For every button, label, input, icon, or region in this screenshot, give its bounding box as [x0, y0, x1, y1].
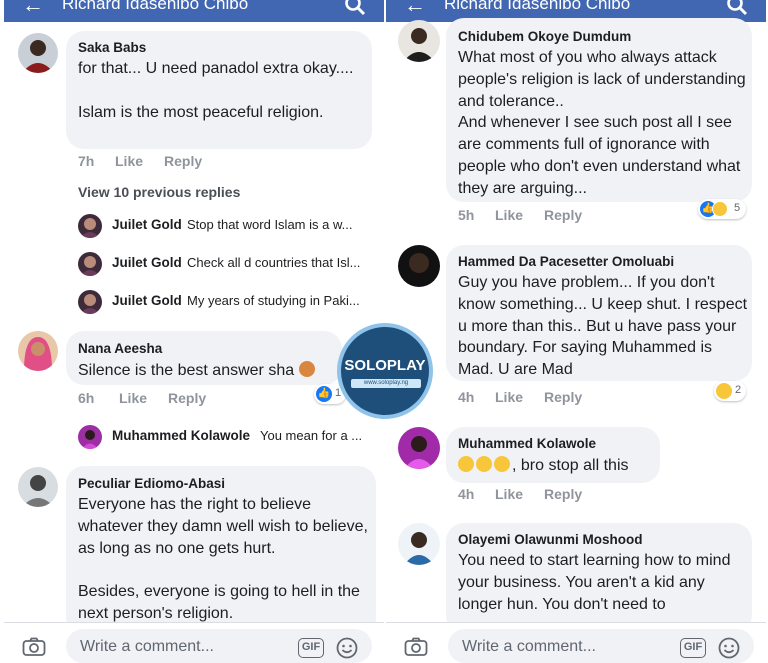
comment-time: 4h: [458, 389, 475, 405]
reply-author[interactable]: Juilet Gold: [112, 217, 182, 232]
comment-text: for that... U need panadol extra okay...…: [78, 60, 354, 121]
reply-link[interactable]: Reply: [168, 390, 206, 406]
comment-text: Silence is the best answer sha: [78, 360, 317, 382]
gif-button[interactable]: GIF: [298, 638, 324, 658]
comment-text-body: , bro stop all this: [512, 457, 629, 474]
avatar[interactable]: [18, 467, 58, 507]
reply-preview[interactable]: Juilet Gold Check all d countries that I…: [78, 250, 378, 280]
back-arrow-icon[interactable]: ←: [22, 0, 44, 16]
avatar[interactable]: [18, 331, 58, 371]
comment-input[interactable]: Write a comment... GIF: [66, 629, 372, 663]
search-icon[interactable]: [726, 0, 748, 16]
comment-time: 4h: [458, 486, 475, 502]
top-bar: ← Richard Idasenibo Chibo: [4, 0, 384, 22]
gif-button[interactable]: GIF: [680, 638, 706, 658]
reply-link[interactable]: Reply: [544, 486, 582, 502]
comment-text: What most of you who always attack peopl…: [458, 49, 746, 197]
emoji-icon[interactable]: [718, 637, 740, 659]
comment-input[interactable]: Write a comment... GIF: [448, 629, 754, 663]
comment-author[interactable]: Nana Aeesha: [78, 341, 162, 356]
watermark-url: www.soloplay.ng: [351, 379, 421, 388]
comment-input-placeholder: Write a comment...: [80, 638, 214, 655]
reply-link[interactable]: Reply: [544, 207, 582, 223]
comment-composer: Write a comment... GIF: [4, 622, 384, 663]
reply-link[interactable]: Reply: [164, 153, 202, 169]
avatar[interactable]: [398, 523, 440, 565]
like-link[interactable]: Like: [115, 153, 143, 169]
like-reaction-icon: 👍: [316, 386, 332, 402]
reply-snippet: Stop that word Islam is a w...: [187, 217, 353, 232]
right-comment-panel: ← Richard Idasenibo Chibo Chidubem Okoye…: [386, 0, 766, 663]
comment-text: Guy you have problem... If you don't kno…: [458, 274, 748, 379]
comment-author[interactable]: Muhammed Kolawole: [458, 436, 596, 451]
avatar[interactable]: [18, 33, 58, 73]
like-link[interactable]: Like: [495, 207, 523, 223]
comment-text: , bro stop all this: [458, 455, 629, 477]
like-link[interactable]: Like: [119, 390, 147, 406]
emoji-icon[interactable]: [336, 637, 358, 659]
search-icon[interactable]: [344, 0, 366, 16]
reply-link[interactable]: Reply: [544, 389, 582, 405]
comment-time: 6h: [78, 390, 95, 406]
reply-author[interactable]: Juilet Gold: [112, 293, 182, 308]
reply-preview[interactable]: Muhammed Kolawole You mean for a ...: [78, 423, 378, 453]
comment-composer: Write a comment... GIF: [386, 622, 766, 663]
camera-icon[interactable]: [22, 637, 46, 657]
reaction-summary[interactable]: 👍 5: [698, 199, 746, 219]
reply-preview[interactable]: Juilet Gold My years of studying in Paki…: [78, 288, 378, 318]
avatar[interactable]: [78, 425, 102, 449]
haha-reaction-icon: [712, 201, 728, 217]
comment-input-placeholder: Write a comment...: [462, 638, 596, 655]
comment-author[interactable]: Peculiar Ediomo-Abasi: [78, 476, 225, 491]
comment-author[interactable]: Chidubem Okoye Dumdum: [458, 29, 631, 44]
reply-author[interactable]: Muhammed Kolawole: [112, 428, 250, 443]
like-link[interactable]: Like: [495, 389, 523, 405]
reaction-summary[interactable]: 2: [714, 381, 746, 401]
page-title: Richard Idasenibo Chibo: [444, 0, 631, 13]
reply-snippet: Check all d countries that Isl...: [187, 255, 361, 270]
reaction-count: 2: [735, 384, 742, 396]
thinking-face-emoji-icon: [494, 456, 510, 472]
back-arrow-icon[interactable]: ←: [404, 0, 426, 16]
reply-snippet: My years of studying in Paki...: [187, 293, 360, 308]
watermark-brand: SOLOPLAY: [344, 357, 426, 374]
comment-author[interactable]: Saka Babs: [78, 40, 146, 55]
page-title: Richard Idasenibo Chibo: [62, 0, 249, 13]
soloplay-watermark-logo: SOLOPLAY www.soloplay.ng: [337, 323, 433, 419]
view-previous-replies-link[interactable]: View 10 previous replies: [78, 184, 240, 200]
left-comment-panel: ← Richard Idasenibo Chibo Saka Babs for …: [4, 0, 384, 663]
comment-text-body: Silence is the best answer sha: [78, 362, 295, 379]
reply-preview[interactable]: Juilet Gold Stop that word Islam is a w.…: [78, 212, 378, 242]
avatar[interactable]: [398, 427, 440, 469]
avatar[interactable]: [398, 245, 440, 287]
camera-icon[interactable]: [404, 637, 428, 657]
avatar[interactable]: [78, 214, 102, 238]
comment-text: You need to start learning how to mind y…: [458, 552, 731, 613]
avatar[interactable]: [78, 252, 102, 276]
reply-author[interactable]: Juilet Gold: [112, 255, 182, 270]
reply-snippet: You mean for a ...: [260, 428, 363, 443]
haha-reaction-icon: [716, 383, 732, 399]
avatar[interactable]: [78, 290, 102, 314]
comment-time: 7h: [78, 153, 95, 169]
avatar[interactable]: [398, 20, 440, 62]
thinking-face-emoji-icon: [476, 456, 492, 472]
comment-time: 5h: [458, 207, 475, 223]
woman-tipping-hand-emoji-icon: [298, 361, 315, 377]
thinking-face-emoji-icon: [458, 456, 474, 472]
comment-author[interactable]: Olayemi Olawunmi Moshood: [458, 532, 643, 547]
reaction-count: 5: [734, 202, 741, 214]
comment-text: Everyone has the right to believe whatev…: [78, 496, 368, 622]
comment-author[interactable]: Hammed Da Pacesetter Omoluabi: [458, 254, 674, 269]
like-link[interactable]: Like: [495, 486, 523, 502]
